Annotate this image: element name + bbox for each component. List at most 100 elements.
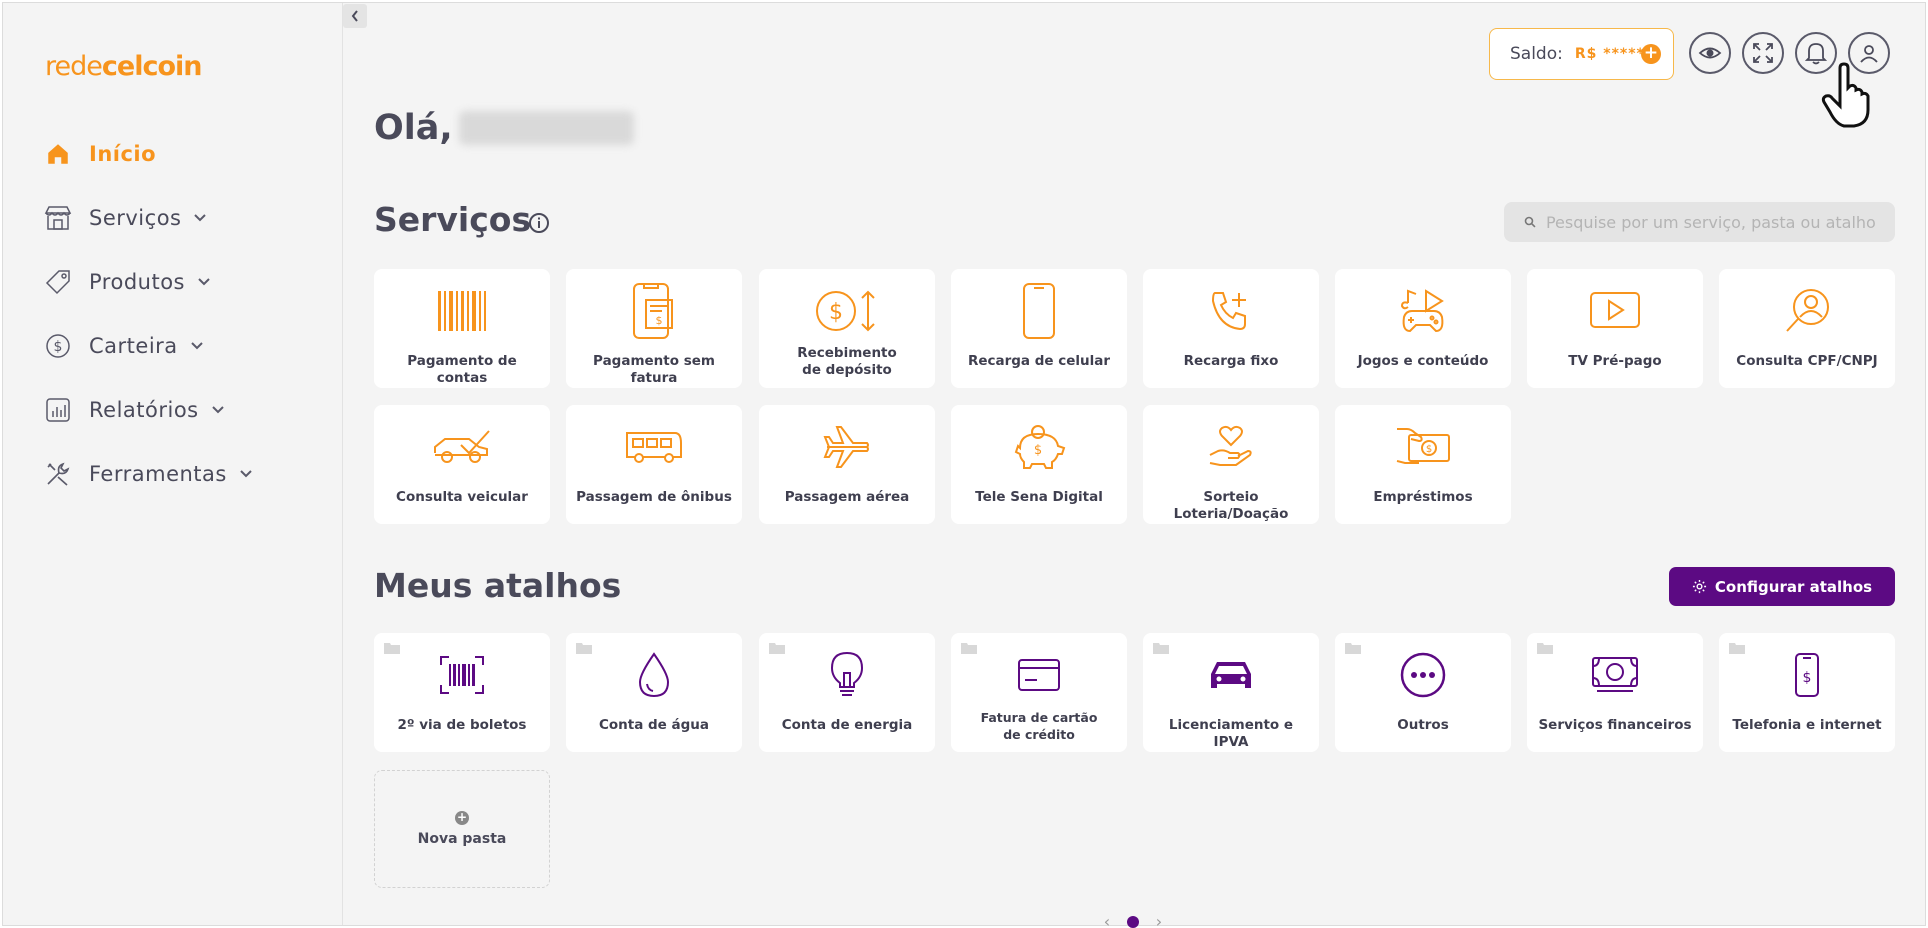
folder-icon (576, 643, 592, 654)
chevron-left-icon (351, 10, 358, 22)
games-media-icon (1398, 281, 1448, 341)
service-card-recarga-fixo[interactable]: Recarga fixo (1143, 269, 1319, 388)
more-dots-icon (1399, 645, 1447, 705)
configure-shortcuts-label: Configurar atalhos (1714, 577, 1873, 596)
svg-text:$: $ (1426, 444, 1432, 455)
service-card-pagamento-contas[interactable]: Pagamento de contas (374, 269, 550, 388)
new-folder-button[interactable]: + Nova pasta (374, 770, 550, 888)
pagination: ‹ › (1092, 912, 1174, 928)
greeting: Olá, (374, 108, 634, 148)
user-search-icon (1783, 281, 1831, 341)
sidebar-collapse-button[interactable] (343, 4, 367, 28)
play-screen-icon (1589, 281, 1641, 341)
hand-heart-icon (1208, 417, 1254, 477)
shortcut-card-fatura-cartao[interactable]: Fatura de cartão de crédito (951, 633, 1127, 752)
piggy-bank-icon: $ (1012, 417, 1066, 477)
expand-icon[interactable] (1742, 32, 1784, 74)
car-icon (1209, 645, 1253, 705)
card-label: Conta de energia (781, 717, 913, 733)
card-label: Jogos e conteúdo (1357, 353, 1489, 369)
service-card-emprestimos[interactable]: $ Empréstimos (1335, 405, 1511, 524)
light-bulb-icon (830, 645, 864, 705)
add-saldo-icon[interactable]: + (1641, 44, 1661, 64)
service-card-consulta-cpf[interactable]: Consulta CPF/CNPJ (1719, 269, 1895, 388)
shortcut-card-outros[interactable]: Outros (1335, 633, 1511, 752)
phone-plus-icon (1209, 281, 1253, 341)
services-search[interactable] (1504, 202, 1895, 242)
sidebar-item-label: Carteira (89, 334, 178, 358)
card-label: Fatura de cartão de crédito (980, 710, 1098, 742)
card-label: Recarga fixo (1183, 353, 1279, 369)
svg-text:$: $ (54, 339, 63, 355)
car-check-icon (431, 417, 493, 477)
phone-bill-icon: $ (632, 281, 676, 341)
card-label: Tele Sena Digital (975, 489, 1103, 505)
sidebar-item-label: Serviços (89, 206, 182, 230)
sidebar-item-carteira[interactable]: $ Carteira (43, 326, 210, 366)
sidebar: redecelcoin Início Serviços Produtos $ C… (3, 3, 343, 925)
card-label: Sorteio Loteria/Doação (1173, 489, 1289, 522)
svg-text:$: $ (1034, 443, 1042, 458)
chevron-right-icon[interactable]: › (1144, 912, 1174, 928)
shortcut-card-agua[interactable]: Conta de água (566, 633, 742, 752)
credit-card-icon (1017, 645, 1061, 705)
service-card-jogos-conteudo[interactable]: Jogos e conteúdo (1335, 269, 1511, 388)
store-icon (43, 203, 73, 233)
saldo-box[interactable]: Saldo: R$ ***** + (1489, 28, 1674, 80)
folder-icon (769, 643, 785, 654)
card-label: Empréstimos (1373, 489, 1473, 505)
airplane-icon (823, 417, 871, 477)
service-card-passagem-onibus[interactable]: Passagem de ônibus (566, 405, 742, 524)
chevron-left-icon[interactable]: ‹ (1092, 912, 1122, 928)
shortcut-card-energia[interactable]: Conta de energia (759, 633, 935, 752)
sidebar-item-servicos[interactable]: Serviços (43, 198, 213, 238)
service-card-tele-sena[interactable]: $ Tele Sena Digital (951, 405, 1127, 524)
shortcut-card-licenciamento[interactable]: Licenciamento e IPVA (1143, 633, 1319, 752)
barcode-icon (436, 281, 488, 341)
page-dot-active[interactable] (1127, 915, 1139, 928)
sidebar-item-ferramentas[interactable]: Ferramentas (43, 454, 259, 494)
chevron-down-icon (239, 464, 259, 484)
gear-icon (1692, 579, 1706, 594)
sidebar-item-relatorios[interactable]: Relatórios (43, 390, 231, 430)
svg-text:$: $ (656, 314, 663, 327)
service-card-pagamento-sem-fatura[interactable]: $ Pagamento sem fatura (566, 269, 742, 388)
user-name-blurred (458, 111, 634, 145)
folder-icon (961, 643, 977, 654)
shortcuts-title: Meus atalhos (374, 566, 622, 605)
shortcut-card-servicos-financeiros[interactable]: Serviços financeiros (1527, 633, 1703, 752)
tools-icon (43, 459, 73, 489)
card-label: Serviços financeiros (1538, 717, 1692, 733)
shortcut-card-telefonia[interactable]: $ Telefonia e internet (1719, 633, 1895, 752)
service-card-recarga-celular[interactable]: Recarga de celular (951, 269, 1127, 388)
card-label: Outros (1397, 717, 1449, 733)
card-label: Consulta CPF/CNPJ (1736, 353, 1878, 369)
card-label: TV Pré-pago (1568, 353, 1662, 369)
chevron-down-icon (197, 272, 217, 292)
banknote-icon (1591, 645, 1639, 705)
search-input[interactable] (1545, 212, 1895, 232)
saldo-value: R$ ***** (1574, 46, 1645, 62)
dollar-circle-icon: $ (43, 331, 73, 361)
svg-text:$: $ (829, 300, 843, 325)
eye-icon[interactable] (1689, 32, 1731, 74)
mobile-phone-icon (1022, 281, 1056, 341)
card-label: Licenciamento e IPVA (1168, 717, 1294, 750)
service-card-passagem-aerea[interactable]: Passagem aérea (759, 405, 935, 524)
logo-part-1: rede (45, 51, 103, 82)
configure-shortcuts-button[interactable]: Configurar atalhos (1669, 567, 1895, 606)
chevron-down-icon (190, 336, 210, 356)
service-card-tv-pre-pago[interactable]: TV Pré-pago (1527, 269, 1703, 388)
brand-logo: redecelcoin (45, 51, 202, 82)
sidebar-item-produtos[interactable]: Produtos (43, 262, 217, 302)
info-icon[interactable] (528, 212, 550, 234)
chevron-down-icon (193, 208, 213, 228)
service-card-sorteio-loteria[interactable]: Sorteio Loteria/Doação (1143, 405, 1319, 524)
service-card-recebimento-deposito[interactable]: $ Recebimento de depósito (759, 269, 935, 388)
shortcut-card-boletos[interactable]: 2º via de boletos (374, 633, 550, 752)
sidebar-item-inicio[interactable]: Início (43, 134, 156, 174)
saldo-label: Saldo: (1510, 44, 1563, 64)
money-hand-icon: $ (1395, 417, 1451, 477)
service-card-consulta-veicular[interactable]: Consulta veicular (374, 405, 550, 524)
sidebar-item-label: Relatórios (89, 398, 199, 422)
